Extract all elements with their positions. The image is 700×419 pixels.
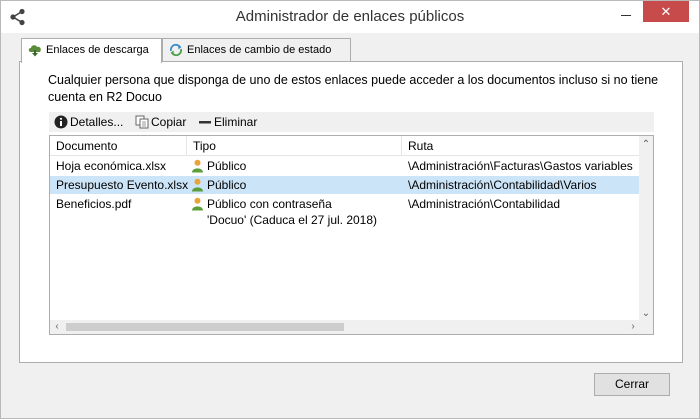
column-header-documento[interactable]: Documento — [50, 136, 187, 156]
copy-label: Copiar — [151, 115, 187, 129]
table-row[interactable]: Beneficios.pdf Público con contraseña 'D… — [50, 195, 640, 229]
copy-icon — [135, 115, 149, 129]
scroll-right-icon[interactable]: › — [626, 320, 640, 334]
details-button[interactable]: Detalles... — [51, 112, 123, 132]
person-icon — [192, 159, 203, 173]
cell-ruta: \Administración\Contabilidad — [408, 197, 561, 211]
table-row[interactable]: Presupuesto Evento.xlsx Público \Adminis… — [50, 176, 640, 194]
delete-button[interactable]: Eliminar — [195, 112, 257, 132]
column-header-ruta[interactable]: Ruta — [402, 136, 640, 156]
table-header: Documento Tipo Ruta — [50, 136, 640, 156]
description-text: Cualquier persona que disponga de uno de… — [48, 73, 659, 104]
tab-label: Enlaces de descarga — [46, 44, 149, 56]
cell-documento: Hoja económica.xlsx — [56, 159, 167, 173]
cell-tipo: Público con contraseña 'Docuo' (Caduca e… — [187, 196, 377, 228]
cerrar-button[interactable]: Cerrar — [594, 373, 670, 396]
title-bar: Administrador de enlaces públicos ✕ — [1, 1, 699, 33]
cell-ruta: \Administración\Facturas\Gastos variable… — [408, 159, 633, 173]
scroll-up-icon[interactable]: ⌃ — [639, 138, 653, 152]
table-row[interactable]: Hoja económica.xlsx Público \Administrac… — [50, 157, 640, 175]
window-close-button[interactable]: ✕ — [643, 1, 689, 22]
tab-panel: Cualquier persona que disponga de uno de… — [19, 61, 683, 363]
horizontal-scrollbar[interactable]: ‹ › — [50, 320, 640, 334]
minus-icon — [199, 121, 211, 124]
tab-label: Enlaces de cambio de estado — [187, 44, 332, 56]
cell-ruta: \Administración\Contabilidad\Varios — [408, 178, 597, 192]
tab-download-links[interactable]: Enlaces de descarga — [21, 38, 162, 63]
scrollbar-corner — [639, 320, 653, 334]
column-header-tipo[interactable]: Tipo — [187, 136, 402, 156]
scroll-left-icon[interactable]: ‹ — [50, 320, 64, 334]
person-icon — [192, 178, 203, 192]
cloud-download-icon — [28, 45, 41, 57]
horizontal-scroll-thumb[interactable] — [66, 323, 344, 331]
links-table[interactable]: Documento Tipo Ruta Hoja económica.xlsx … — [49, 135, 654, 335]
status-sync-icon — [169, 43, 183, 57]
minimize-button[interactable] — [609, 1, 643, 31]
cell-tipo: Público — [187, 158, 246, 174]
toolbar: Detalles... Copiar Eliminar — [49, 112, 654, 132]
copy-button[interactable]: Copiar — [132, 112, 186, 132]
tipo-label: Público — [207, 178, 247, 192]
cell-documento: Beneficios.pdf — [56, 197, 132, 211]
vertical-scrollbar[interactable]: ⌃ ⌄ — [639, 136, 653, 321]
tipo-label: Público — [207, 159, 247, 173]
tipo-detail: 'Docuo' (Caduca el 27 jul. 2018) — [207, 213, 378, 227]
tab-status-change-links[interactable]: Enlaces de cambio de estado — [162, 38, 351, 61]
info-icon — [54, 115, 68, 129]
dialog-window: Administrador de enlaces públicos ✕ Enla… — [0, 0, 700, 419]
cell-tipo: Público — [187, 177, 246, 193]
cell-documento: Presupuesto Evento.xlsx — [56, 178, 189, 192]
window-title: Administrador de enlaces públicos — [235, 8, 465, 25]
details-label: Detalles... — [70, 115, 124, 129]
scroll-down-icon[interactable]: ⌄ — [639, 307, 653, 321]
delete-label: Eliminar — [214, 115, 258, 129]
tipo-label: Público con contraseña — [207, 197, 332, 211]
person-icon — [192, 197, 203, 211]
